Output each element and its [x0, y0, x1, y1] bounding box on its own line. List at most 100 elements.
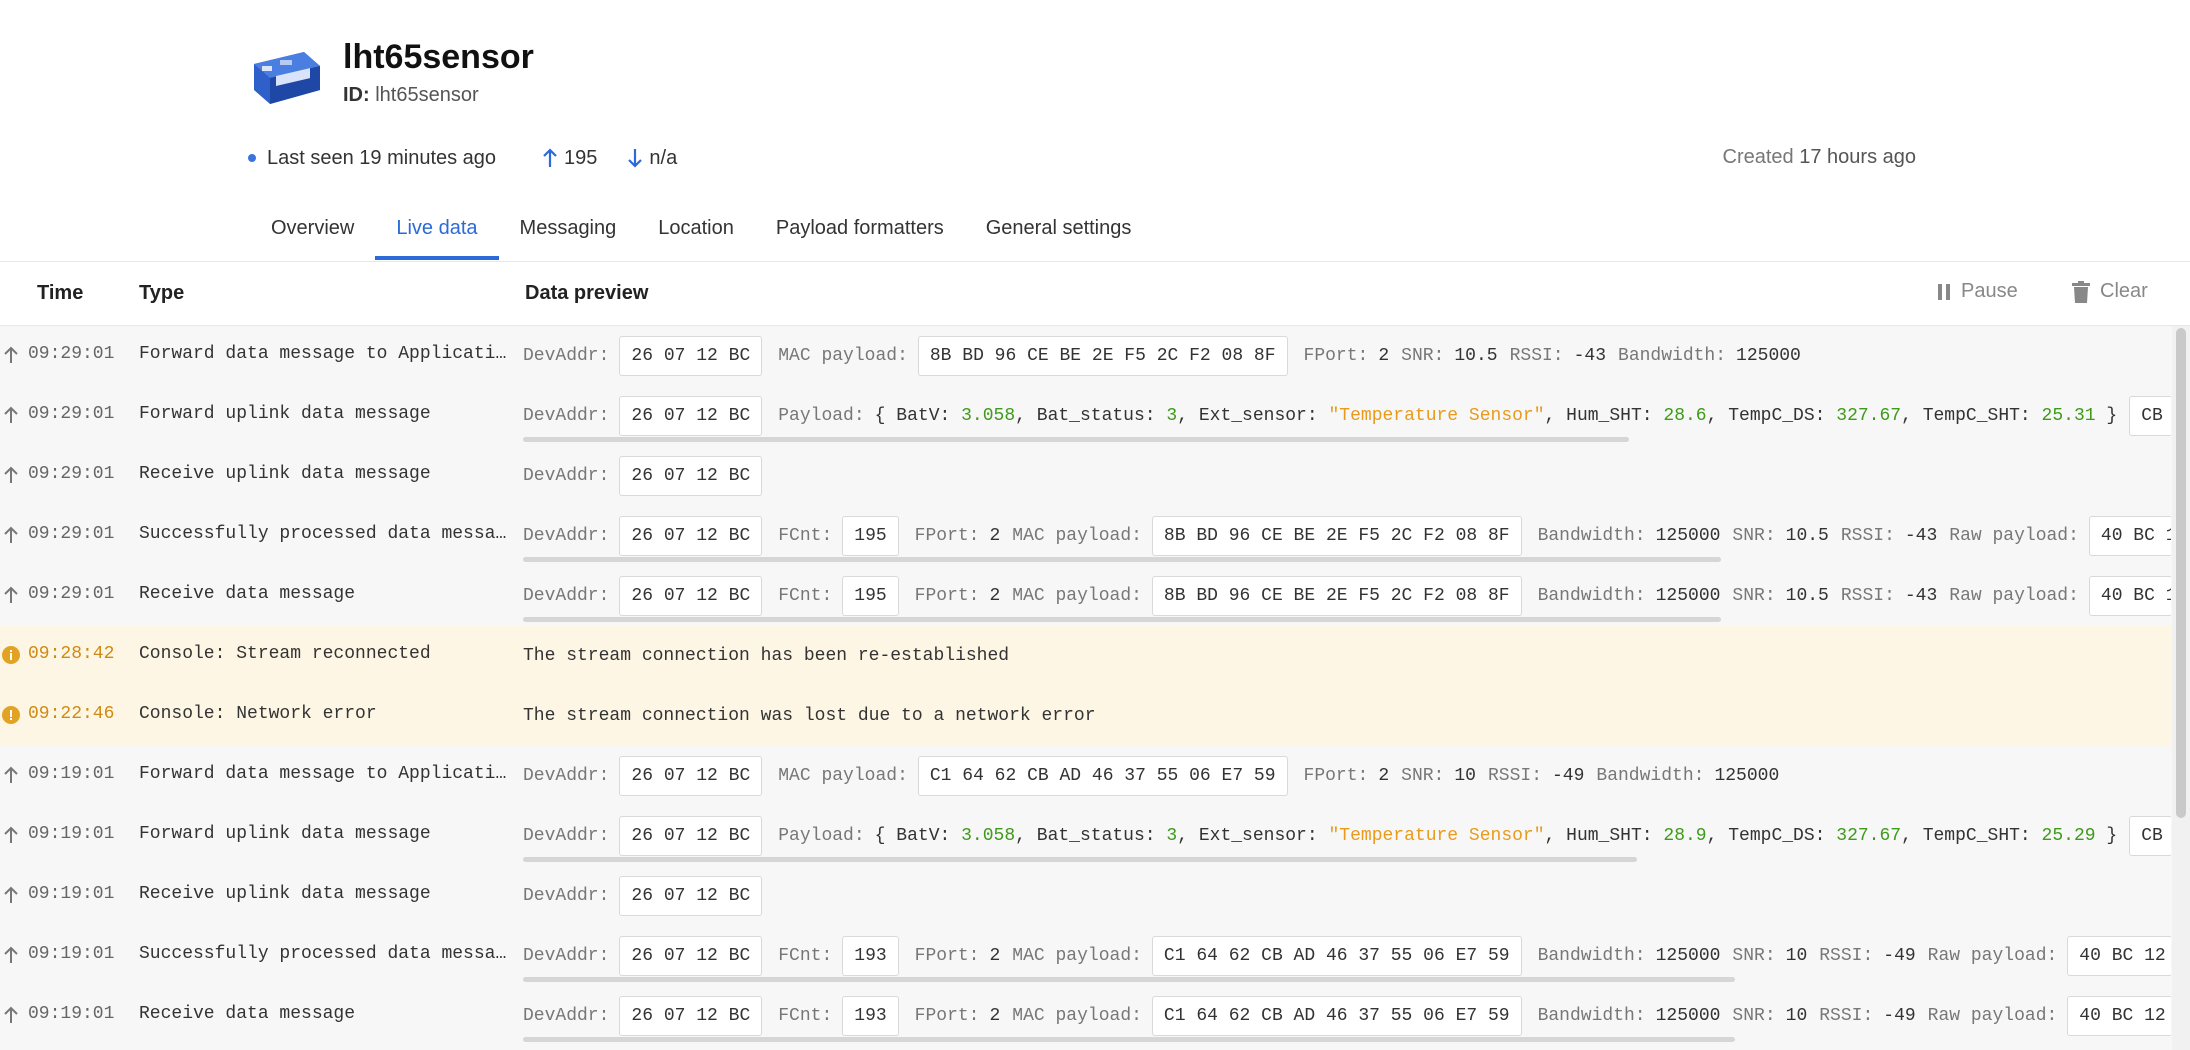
comma: , — [1015, 826, 1026, 846]
hum-sht-value: 28.6 — [1663, 406, 1707, 426]
table-row[interactable]: 09:28:42 Console: Stream reconnected The… — [0, 626, 2172, 686]
snr-value: 10 — [1785, 1006, 1808, 1026]
fcnt-label: FCnt: — [778, 586, 833, 606]
status-dot — [248, 154, 256, 162]
row-type: Forward uplink data message — [139, 404, 431, 424]
devaddr-label: DevAddr: — [523, 466, 610, 486]
raw-payload-value[interactable]: 40 BC 12 07 — [2088, 516, 2171, 556]
fport-value: 2 — [1378, 346, 1390, 366]
raw-payload-value[interactable]: 40 BC 12 07 2 — [2067, 996, 2171, 1036]
mac-payload-value[interactable]: 8B BD 96 CE BE 2E F5 2C F2 08 8F — [1151, 516, 1522, 556]
tab-overview[interactable]: Overview — [250, 200, 375, 262]
fcnt-value[interactable]: 193 — [842, 936, 899, 976]
snr-label: SNR: — [1732, 526, 1776, 546]
devaddr-value[interactable]: 26 07 12 BC — [619, 396, 763, 436]
row-scrollbar[interactable] — [523, 977, 1735, 982]
row-type: Successfully processed data messa… — [139, 944, 507, 964]
bandwidth-label: Bandwidth: — [1618, 346, 1727, 366]
row-scrollbar[interactable] — [523, 857, 1637, 862]
devaddr-value[interactable]: 26 07 12 BC — [619, 756, 763, 796]
row-data-preview: The stream connection has been re-establ… — [523, 634, 2171, 678]
raw-payload-label: Raw payload: — [1949, 526, 2079, 546]
batv-key: BatV: — [896, 406, 951, 426]
bandwidth-value: 125000 — [1655, 1006, 1721, 1026]
fcnt-value[interactable]: 195 — [842, 516, 899, 556]
pause-button[interactable]: Pause — [1937, 280, 2018, 303]
devaddr-value[interactable]: 26 07 12 BC — [619, 336, 763, 376]
row-time: 09:19:01 — [28, 944, 115, 964]
table-row[interactable]: 09:29:01 Forward data message to Applica… — [0, 326, 2172, 386]
devaddr-value[interactable]: 26 07 12 BC — [619, 576, 763, 616]
arrow-down-icon — [628, 149, 643, 168]
row-type: Successfully processed data messa… — [139, 524, 507, 544]
arrow-up-icon — [4, 346, 18, 363]
table-row[interactable]: 09:19:01 Successfully processed data mes… — [0, 926, 2172, 986]
tab-live-data[interactable]: Live data — [375, 200, 499, 262]
fport-value: 2 — [1378, 766, 1390, 786]
snr-value: 10 — [1454, 766, 1476, 786]
decoded-payload: { BatV: 3.058, Bat_status: 3, Ext_sensor… — [875, 406, 2118, 426]
fcnt-value[interactable]: 195 — [842, 576, 899, 616]
comma: , — [1706, 826, 1718, 846]
bandwidth-value: 125000 — [1736, 346, 1801, 366]
tab-payload-formatters[interactable]: Payload formatters — [755, 200, 965, 262]
vertical-scrollbar[interactable] — [2172, 326, 2190, 1050]
mac-payload-value[interactable]: C1 64 62 CB AD 46 37 55 06 E7 59 — [1151, 936, 1522, 976]
raw-payload-value[interactable]: 40 BC 12 07 — [2088, 576, 2171, 616]
brace-close: } — [2106, 826, 2118, 846]
tab-location[interactable]: Location — [637, 200, 755, 262]
ext-sensor-value: "Temperature Sensor" — [1328, 826, 1545, 846]
fcnt-value[interactable]: 193 — [842, 996, 899, 1036]
raw-payload-value[interactable]: 40 BC 12 07 2 — [2067, 936, 2171, 976]
devaddr-value[interactable]: 26 07 12 BC — [619, 876, 763, 916]
devaddr-label: DevAddr: — [523, 1006, 610, 1026]
devaddr-value[interactable]: 26 07 12 BC — [619, 516, 763, 556]
bat-status-key: Bat_status: — [1036, 826, 1156, 846]
devaddr-value[interactable]: 26 07 12 BC — [619, 996, 763, 1036]
mac-payload-value[interactable]: C1 64 62 CB AD 46 37 55 06 E7 59 — [917, 756, 1288, 796]
row-time: 09:29:01 — [28, 464, 115, 484]
comma: , — [1544, 826, 1556, 846]
table-row[interactable]: 09:29:01 Receive uplink data message Dev… — [0, 446, 2172, 506]
mac-payload-value[interactable]: 8B BD 96 CE BE 2E F5 2C F2 08 8F — [1151, 576, 1522, 616]
table-row[interactable]: 09:19:01 Forward uplink data message Dev… — [0, 806, 2172, 866]
devaddr-value[interactable]: 26 07 12 BC — [619, 456, 763, 496]
arrow-up-icon — [4, 466, 18, 483]
column-type: Type — [139, 282, 185, 304]
tempc-sht-value: 25.31 — [2041, 406, 2096, 426]
raw-payload-value[interactable]: CB F — [2129, 396, 2171, 436]
fcnt-label: FCnt: — [778, 526, 833, 546]
mac-payload-value[interactable]: 8B BD 96 CE BE 2E F5 2C F2 08 8F — [917, 336, 1288, 376]
scrollbar-thumb[interactable] — [2176, 328, 2186, 818]
arrow-up-icon — [4, 406, 18, 423]
snr-value: 10 — [1785, 946, 1808, 966]
row-time: 09:19:01 — [28, 1004, 115, 1024]
clear-button[interactable]: Clear — [2072, 280, 2148, 303]
table-row[interactable]: 09:29:01 Receive data message DevAddr: 2… — [0, 566, 2172, 626]
brace-open: { — [874, 826, 886, 846]
tab-messaging[interactable]: Messaging — [499, 200, 638, 262]
row-data-preview: DevAddr: 26 07 12 BC Payload: { BatV: 3.… — [523, 394, 2171, 438]
tempc-sht-value: 25.29 — [2041, 826, 2096, 846]
table-row[interactable]: 09:19:01 Receive data message DevAddr: 2… — [0, 986, 2172, 1046]
row-scrollbar[interactable] — [523, 557, 1721, 562]
rssi-value: -43 — [1904, 586, 1938, 606]
devaddr-label: DevAddr: — [523, 766, 610, 786]
mac-payload-label: MAC payload: — [1012, 1006, 1142, 1026]
raw-payload-value[interactable]: CB F — [2129, 816, 2171, 856]
mac-payload-value[interactable]: C1 64 62 CB AD 46 37 55 06 E7 59 — [1151, 996, 1522, 1036]
row-scrollbar[interactable] — [523, 1037, 1735, 1042]
table-row[interactable]: 09:19:01 Receive uplink data message Dev… — [0, 866, 2172, 926]
table-row[interactable]: 09:19:01 Forward data message to Applica… — [0, 746, 2172, 806]
devaddr-value[interactable]: 26 07 12 BC — [619, 816, 763, 856]
row-scrollbar[interactable] — [523, 617, 1721, 622]
devaddr-value[interactable]: 26 07 12 BC — [619, 936, 763, 976]
tab-general-settings[interactable]: General settings — [965, 200, 1153, 262]
row-scrollbar[interactable] — [523, 437, 1629, 442]
table-row[interactable]: 09:29:01 Forward uplink data message Dev… — [0, 386, 2172, 446]
table-row[interactable]: 09:22:46 Console: Network error The stre… — [0, 686, 2172, 746]
bandwidth-value: 125000 — [1655, 526, 1721, 546]
rssi-label: RSSI: — [1819, 946, 1874, 966]
row-data-preview: DevAddr: 26 07 12 BC FCnt: 195 FPort: 2 … — [523, 514, 2171, 558]
table-row[interactable]: 09:29:01 Successfully processed data mes… — [0, 506, 2172, 566]
